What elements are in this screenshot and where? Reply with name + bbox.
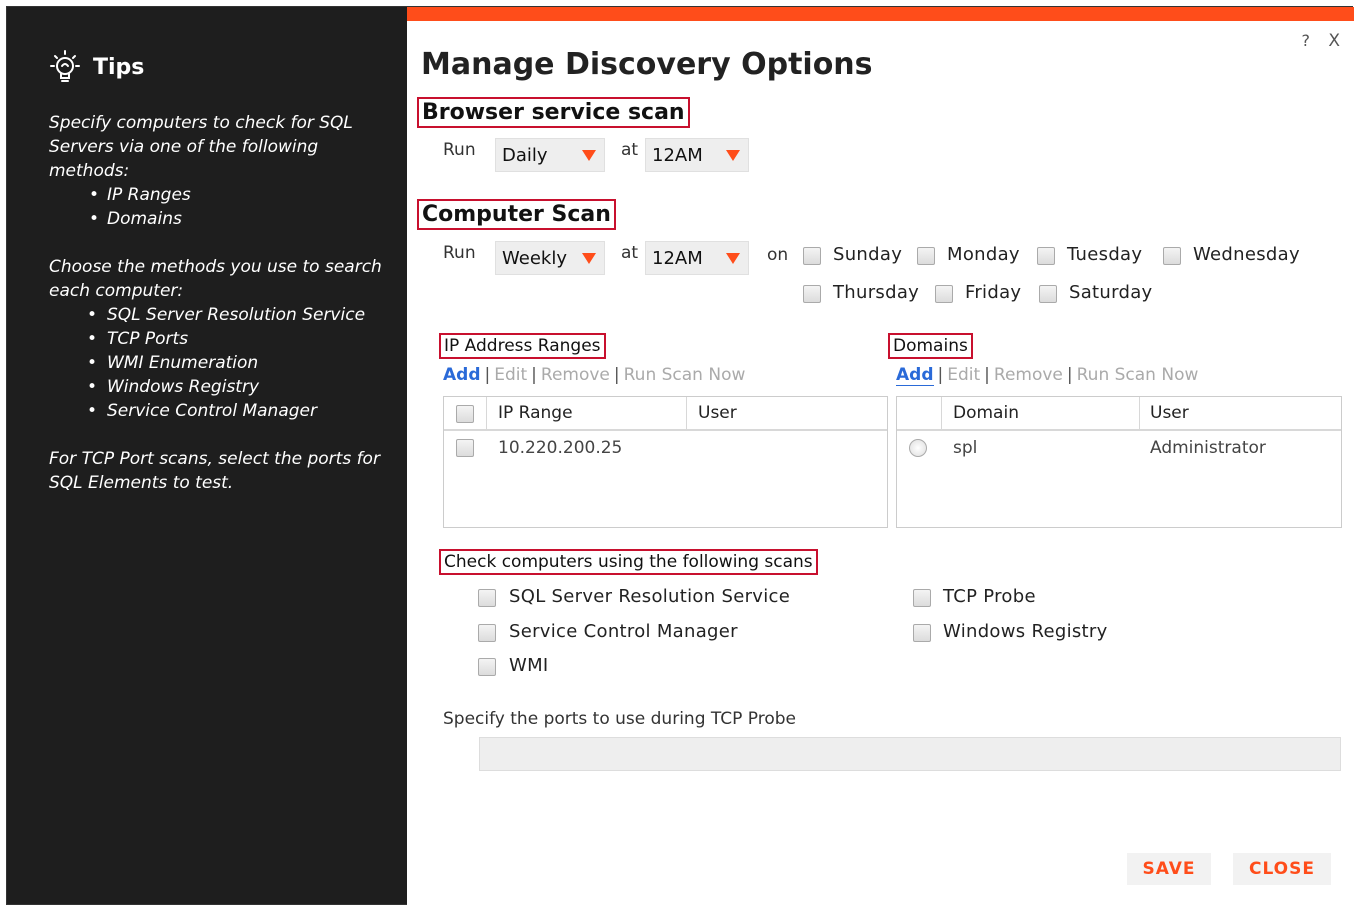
day-checkbox-saturday[interactable]: [1039, 285, 1057, 303]
domains-actions: Add | Edit | Remove | Run Scan Now: [896, 365, 1199, 386]
close-button[interactable]: CLOSE: [1233, 853, 1331, 885]
day-checkbox-tuesday[interactable]: [1037, 247, 1055, 265]
scan-label: TCP Probe: [943, 586, 1036, 607]
scan-label: SQL Server Resolution Service: [509, 586, 791, 607]
tips-paragraph: Specify computers to check for SQL Serve…: [49, 113, 353, 181]
domain-cell: spl: [953, 438, 978, 458]
column-header: Domain: [953, 403, 1019, 423]
dropdown-arrow-icon: [726, 150, 740, 161]
day-checkbox-sunday[interactable]: [803, 247, 821, 265]
day-label: Sunday: [833, 244, 903, 265]
select-value: Weekly: [502, 247, 567, 269]
ip-range-cell: 10.220.200.25: [498, 438, 623, 458]
scan-label: WMI: [509, 655, 549, 676]
ip-remove-link[interactable]: Remove: [541, 365, 610, 385]
ip-ranges-table: IP Range User 10.220.200.25: [443, 396, 888, 528]
day-label: Friday: [965, 282, 1022, 303]
day-checkbox-monday[interactable]: [917, 247, 935, 265]
day-label: Wednesday: [1193, 244, 1300, 265]
select-value: 12AM: [652, 247, 703, 269]
tips-methods-list: IP Ranges Domains: [49, 183, 389, 231]
day-label: Tuesday: [1067, 244, 1143, 265]
at-label: at: [621, 243, 639, 263]
list-item: Service Control Manager: [49, 399, 389, 423]
tips-title: Tips: [93, 54, 145, 80]
ip-ranges-heading: IP Address Ranges: [439, 333, 606, 359]
run-label: Run: [443, 140, 476, 160]
dropdown-arrow-icon: [582, 150, 596, 161]
list-item: Domains: [49, 207, 389, 231]
day-label: Thursday: [833, 282, 920, 303]
computer-scan-heading: Computer Scan: [417, 199, 616, 230]
day-checkbox-thursday[interactable]: [803, 285, 821, 303]
tips-search-list: SQL Server Resolution Service TCP Ports …: [49, 303, 389, 423]
browser-time-select[interactable]: 12AM: [645, 138, 749, 172]
scan-checkbox-tcp-probe[interactable]: [913, 589, 931, 607]
day-label: Saturday: [1069, 282, 1153, 303]
select-all-checkbox[interactable]: [456, 405, 474, 423]
ip-add-link[interactable]: Add: [443, 365, 481, 385]
table-header: IP Range User: [444, 397, 887, 431]
save-button[interactable]: SAVE: [1127, 853, 1211, 885]
list-item: IP Ranges: [49, 183, 389, 207]
tips-panel: Tips Specify computers to check for SQL …: [7, 7, 407, 904]
window-frame: Tips Specify computers to check for SQL …: [6, 6, 1354, 906]
list-item: WMI Enumeration: [49, 351, 389, 375]
lightbulb-icon: [50, 50, 80, 82]
domain-add-link[interactable]: Add: [896, 365, 934, 386]
dropdown-arrow-icon: [582, 253, 596, 264]
list-item: TCP Ports: [49, 327, 389, 351]
close-icon[interactable]: X: [1328, 31, 1340, 51]
scan-checkbox-wmi[interactable]: [478, 658, 496, 676]
user-cell: Administrator: [1150, 438, 1266, 458]
domain-run-scan-link[interactable]: Run Scan Now: [1077, 365, 1199, 385]
scan-checkbox-windows-registry[interactable]: [913, 624, 931, 642]
column-header: IP Range: [498, 403, 573, 423]
domain-remove-link[interactable]: Remove: [994, 365, 1063, 385]
scan-checkbox-sql-resolution[interactable]: [478, 589, 496, 607]
ports-label: Specify the ports to use during TCP Prob…: [443, 709, 797, 729]
tips-paragraph: Choose the methods you use to search eac…: [49, 257, 382, 301]
column-header: User: [1150, 403, 1189, 423]
domains-table: Domain User spl Administrator: [896, 396, 1342, 528]
tips-paragraph: For TCP Port scans, select the ports for…: [49, 449, 380, 493]
domains-heading: Domains: [888, 333, 973, 359]
ports-input[interactable]: [479, 737, 1341, 771]
day-checkbox-wednesday[interactable]: [1163, 247, 1181, 265]
select-value: 12AM: [652, 144, 703, 166]
discovery-dialog: ? X Manage Discovery Options Browser ser…: [407, 7, 1354, 906]
run-label: Run: [443, 243, 476, 263]
computer-frequency-select[interactable]: Weekly: [495, 241, 605, 275]
browser-scan-heading: Browser service scan: [417, 97, 690, 128]
scans-heading: Check computers using the following scan…: [439, 549, 818, 575]
row-radio[interactable]: [909, 439, 927, 457]
ip-run-scan-link[interactable]: Run Scan Now: [624, 365, 746, 385]
table-header: Domain User: [897, 397, 1341, 431]
select-value: Daily: [502, 144, 548, 166]
help-button[interactable]: ?: [1302, 31, 1311, 50]
scan-label: Windows Registry: [943, 621, 1108, 642]
scan-label: Service Control Manager: [509, 621, 738, 642]
computer-time-select[interactable]: 12AM: [645, 241, 749, 275]
at-label: at: [621, 140, 639, 160]
dropdown-arrow-icon: [726, 253, 740, 264]
dialog-title: Manage Discovery Options: [421, 47, 873, 82]
ip-edit-link[interactable]: Edit: [494, 365, 527, 385]
column-header: User: [698, 403, 737, 423]
scan-checkbox-service-control[interactable]: [478, 624, 496, 642]
tips-header: Tips: [47, 49, 144, 85]
on-label: on: [767, 245, 789, 265]
domain-edit-link[interactable]: Edit: [947, 365, 980, 385]
tips-body: Specify computers to check for SQL Serve…: [49, 111, 389, 519]
list-item: SQL Server Resolution Service: [49, 303, 389, 327]
row-checkbox[interactable]: [456, 439, 474, 457]
ip-ranges-actions: Add | Edit | Remove | Run Scan Now: [443, 365, 746, 385]
accent-bar: [407, 7, 1354, 21]
browser-frequency-select[interactable]: Daily: [495, 138, 605, 172]
day-label: Monday: [947, 244, 1020, 265]
day-checkbox-friday[interactable]: [935, 285, 953, 303]
list-item: Windows Registry: [49, 375, 389, 399]
